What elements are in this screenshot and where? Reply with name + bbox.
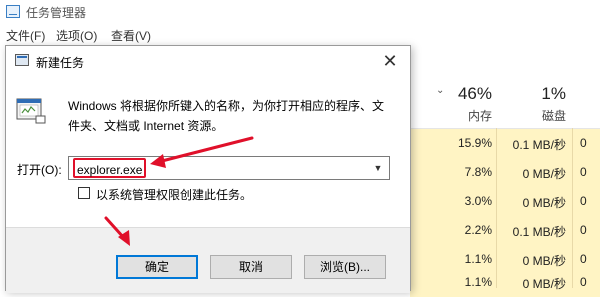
memory-cell: 7.8% [464,165,492,179]
column-disk-header[interactable]: 1% 磁盘 [520,84,566,124]
cancel-button[interactable]: 取消 [210,255,292,279]
menu-options[interactable]: 选项(O) [56,27,97,44]
network-cell: 0 [580,136,587,150]
memory-cell: 1.1% [464,252,492,266]
disk-cell: 0 MB/秒 [522,196,566,210]
disk-cell: 0 MB/秒 [522,167,566,181]
dialog-title: 新建任务 [36,56,85,70]
command-input[interactable]: explorer.exe ▼ [68,156,390,180]
disk-label: 磁盘 [541,109,566,123]
browse-button[interactable]: 浏览(B)... [304,255,386,279]
network-cell: 0 [580,165,587,179]
column-divider [572,128,573,288]
close-icon[interactable]: ✕ [376,48,404,74]
memory-cell: 1.1% [464,275,492,289]
dialog-footer: 确定 取消 浏览(B)... [6,227,410,293]
command-input-value[interactable]: explorer.exe [73,158,147,178]
taskmanager-title: 任务管理器 [26,6,87,20]
network-cell: 0 [580,252,587,266]
taskmanager-menubar: 文件(F) 选项(O) 查看(V) [0,24,600,44]
open-label: 打开(O): [17,163,62,177]
disk-cell: 0.1 MB/秒 [512,225,566,239]
dialog-titlebar[interactable]: 新建任务 ✕ [6,46,410,76]
run-dialog: 新建任务 ✕ Windows 将根据你所键入的名称，为你打开相应的程序、文件夹、… [5,45,411,293]
disk-total: 1% [541,84,566,103]
admin-checkbox[interactable] [78,187,90,199]
menu-view[interactable]: 查看(V) [111,27,151,44]
chevron-down-icon[interactable]: ▼ [371,160,385,176]
dialog-description: Windows 将根据你所键入的名称，为你打开相应的程序、文件夹、文档或 Int… [68,99,385,133]
column-divider [496,128,497,288]
network-cell: 0 [580,275,587,289]
run-program-icon [16,98,46,124]
memory-label: 内存 [467,109,492,123]
run-window-icon [15,54,29,66]
menu-file[interactable]: 文件(F) [6,27,45,44]
ok-button[interactable]: 确定 [116,255,198,279]
taskmanager-app-icon [6,5,20,18]
disk-cell: 0 MB/秒 [522,277,566,291]
memory-cell: 2.2% [464,223,492,237]
disk-cell: 0.1 MB/秒 [512,138,566,152]
column-memory-header[interactable]: 46% 内存 [440,84,492,124]
taskmanager-titlebar: 任务管理器 [0,0,600,24]
admin-checkbox-label: 以系统管理权限创建此任务。 [96,188,253,202]
network-cell: 0 [580,194,587,208]
network-cell: 0 [580,223,587,237]
memory-cell: 15.9% [457,136,492,150]
memory-total: 46% [457,84,492,103]
disk-cell: 0 MB/秒 [522,254,566,268]
memory-cell: 3.0% [464,194,492,208]
